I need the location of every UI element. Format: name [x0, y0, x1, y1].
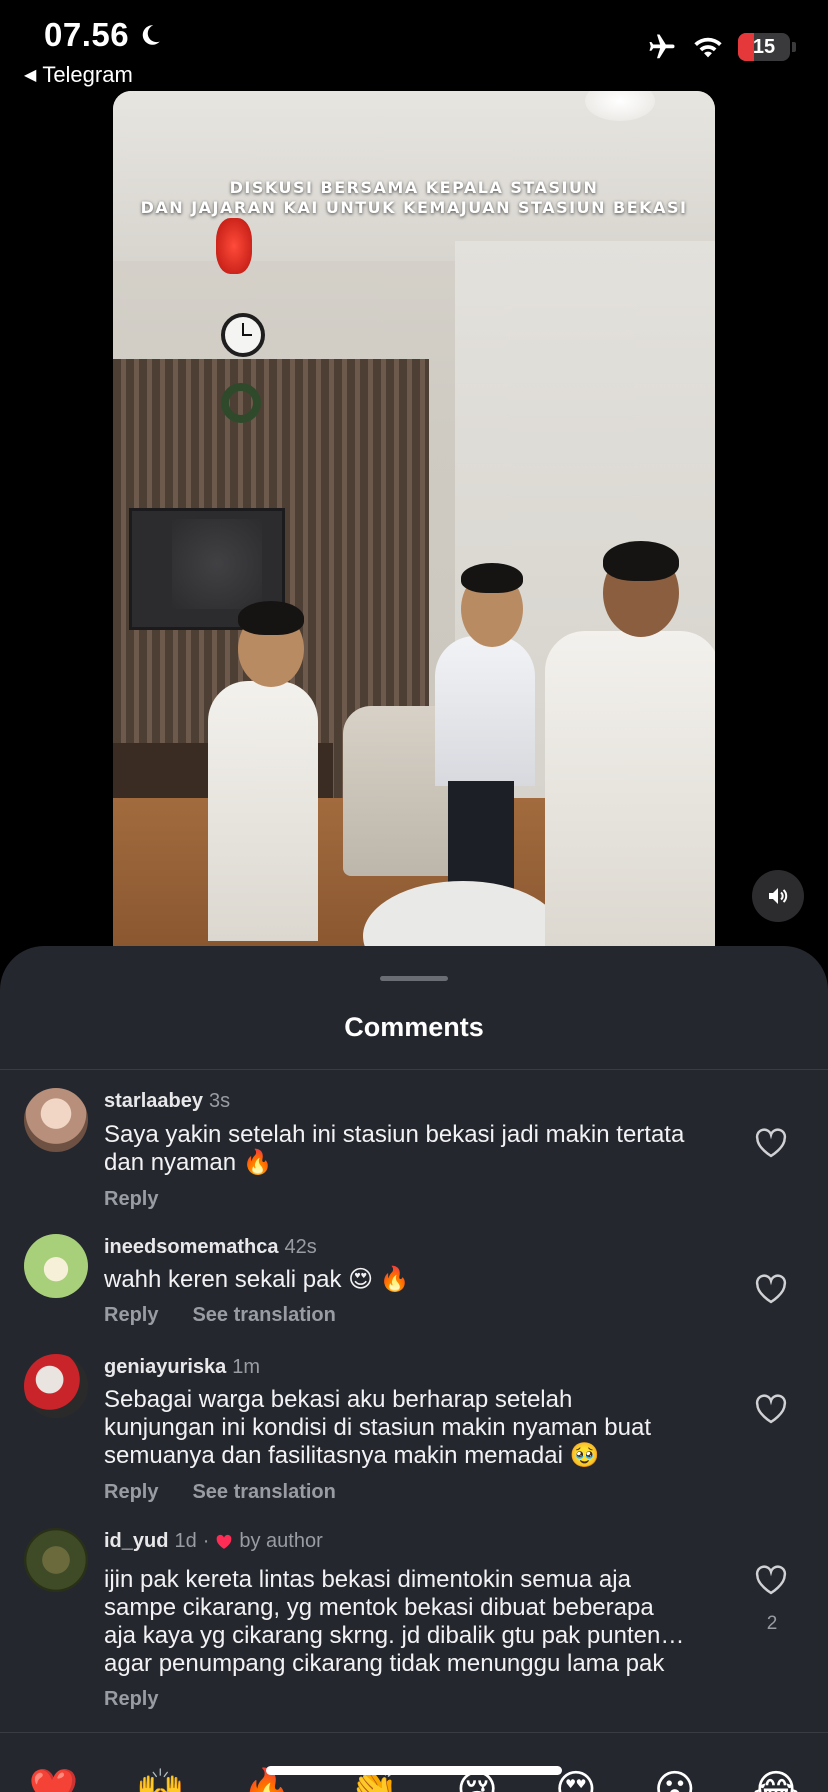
home-indicator[interactable]	[266, 1766, 562, 1775]
avatar[interactable]	[24, 1088, 88, 1152]
meta-separator: ·	[202, 1530, 210, 1552]
comment-text: ijin pak kereta lintas bekasi dimentokin…	[104, 1566, 724, 1678]
header-divider	[0, 1069, 828, 1070]
volume-icon	[769, 888, 788, 904]
comment-actions: Reply	[104, 1188, 158, 1211]
comment-meta: ineedsomemathca 42s	[104, 1236, 317, 1259]
emoji-quick-bar: ❤️ 🙌 🔥 👏 😢 😍 😮 😂	[0, 1760, 828, 1792]
battery-tip	[792, 42, 796, 52]
status-indicators: 15	[646, 32, 796, 62]
comment-text-line: agar penumpang cikarang tidak menunggu l…	[104, 1650, 665, 1677]
comment-username[interactable]: geniayuriska	[104, 1356, 226, 1379]
reply-button[interactable]: Reply	[104, 1188, 158, 1211]
avatar[interactable]	[24, 1528, 88, 1592]
comment-meta: geniayuriska 1m	[104, 1356, 260, 1379]
video-title-line-1: DISKUSI BERSAMA KEPALA STASIUN	[229, 178, 599, 197]
comment-actions: Reply	[104, 1688, 158, 1711]
comment-meta: starlaabey 3s	[104, 1090, 230, 1113]
comment-text: Saya yakin setelah ini stasiun bekasi ja…	[104, 1121, 724, 1177]
comment-time: 1m	[232, 1356, 261, 1378]
comment-text: Sebagai warga bekasi aku berharap setela…	[104, 1386, 724, 1470]
emoji-heart-eyes-button[interactable]: 😍	[555, 1760, 597, 1792]
sheet-grabber[interactable]	[380, 976, 448, 981]
emoji-cry-button[interactable]: 😢	[456, 1760, 498, 1792]
comment-time: 3s	[208, 1090, 231, 1112]
reply-button[interactable]: Reply	[104, 1304, 158, 1327]
status-time-text: 07.56	[44, 16, 130, 53]
emoji-bar-divider	[0, 1732, 828, 1733]
volume-button[interactable]	[752, 870, 804, 922]
comment-text-line: Saya yakin setelah ini stasiun bekasi ja…	[104, 1121, 685, 1148]
comment-meta: id_yud 1d · by author	[104, 1530, 323, 1553]
reply-button[interactable]: Reply	[104, 1481, 158, 1504]
comment-text-line: aja kaya yg cikarang skrng. jd dibalik g…	[104, 1622, 685, 1649]
wifi-icon	[694, 37, 722, 58]
instagram-reel-screen: 07.56 ◀ Telegram 15 DISKUSI BERSAMA KEPA…	[0, 0, 828, 1792]
emoji-laugh-button[interactable]: 😂	[753, 1760, 800, 1792]
back-to-telegram-link[interactable]: ◀ Telegram	[24, 62, 133, 88]
reel-video[interactable]: DISKUSI BERSAMA KEPALA STASIUN DAN JAJAR…	[113, 91, 715, 948]
comment-username[interactable]: id_yud	[104, 1530, 168, 1553]
moon-icon	[142, 25, 160, 45]
comments-title: Comments	[344, 1012, 484, 1042]
comment-text-line: kunjungan ini kondisi di stasiun makin n…	[104, 1414, 651, 1441]
comment-text-line: wahh keren sekali pak 😍 🔥	[104, 1266, 410, 1293]
see-translation-button[interactable]: See translation	[192, 1304, 335, 1327]
comment-username[interactable]: ineedsomemathca	[104, 1236, 279, 1259]
liked-by-author-label: by author	[239, 1530, 323, 1552]
emoji-clap-button[interactable]: 👏	[349, 1760, 399, 1792]
heart-outline-icon[interactable]	[754, 1565, 788, 1595]
comment-username[interactable]: starlaabey	[104, 1090, 203, 1113]
comment-time: 1d	[174, 1530, 197, 1552]
emoji-surprised-button[interactable]: 😮	[654, 1760, 696, 1792]
heart-outline-icon[interactable]	[754, 1128, 788, 1158]
comment-text-line: Sebagai warga bekasi aku berharap setela…	[104, 1386, 573, 1413]
avatar[interactable]	[24, 1354, 88, 1418]
battery-indicator: 15	[738, 33, 790, 61]
comment-text-line: dan nyaman 🔥	[104, 1149, 273, 1176]
emoji-fire-button[interactable]: 🔥	[242, 1760, 292, 1792]
comment-text-line: semuanya dan fasilitasnya makin memadai …	[104, 1442, 600, 1469]
comment-time: 42s	[284, 1236, 317, 1258]
heart-outline-icon[interactable]	[754, 1394, 788, 1424]
like-count: 2	[766, 1613, 778, 1634]
comment-text: wahh keren sekali pak 😍 🔥	[104, 1266, 724, 1294]
comment-text-line: ijin pak kereta lintas bekasi dimentokin…	[104, 1566, 631, 1593]
heart-filled-icon	[216, 1534, 232, 1549]
reply-button[interactable]: Reply	[104, 1688, 158, 1711]
comment-actions: Reply See translation	[104, 1481, 336, 1504]
back-app-label: Telegram	[42, 62, 133, 87]
status-time: 07.56	[44, 16, 163, 54]
heart-outline-icon[interactable]	[754, 1274, 788, 1304]
avatar[interactable]	[24, 1234, 88, 1298]
comment-actions: Reply See translation	[104, 1304, 336, 1327]
battery-percent: 15	[752, 35, 776, 58]
back-arrow-icon: ◀	[24, 67, 37, 84]
airplane-icon	[649, 34, 675, 59]
emoji-raised-hands-button[interactable]: 🙌	[135, 1760, 185, 1792]
comment-text-line: sampe cikarang, yg mentok bekasi dibuat …	[104, 1594, 654, 1621]
emoji-heart-button[interactable]: ❤️	[29, 1760, 79, 1792]
video-overlay-title: DISKUSI BERSAMA KEPALA STASIUN DAN JAJAR…	[113, 178, 715, 218]
see-translation-button[interactable]: See translation	[192, 1481, 335, 1504]
video-title-line-2: DAN JAJARAN KAI UNTUK KEMAJUAN STASIUN B…	[140, 198, 688, 217]
